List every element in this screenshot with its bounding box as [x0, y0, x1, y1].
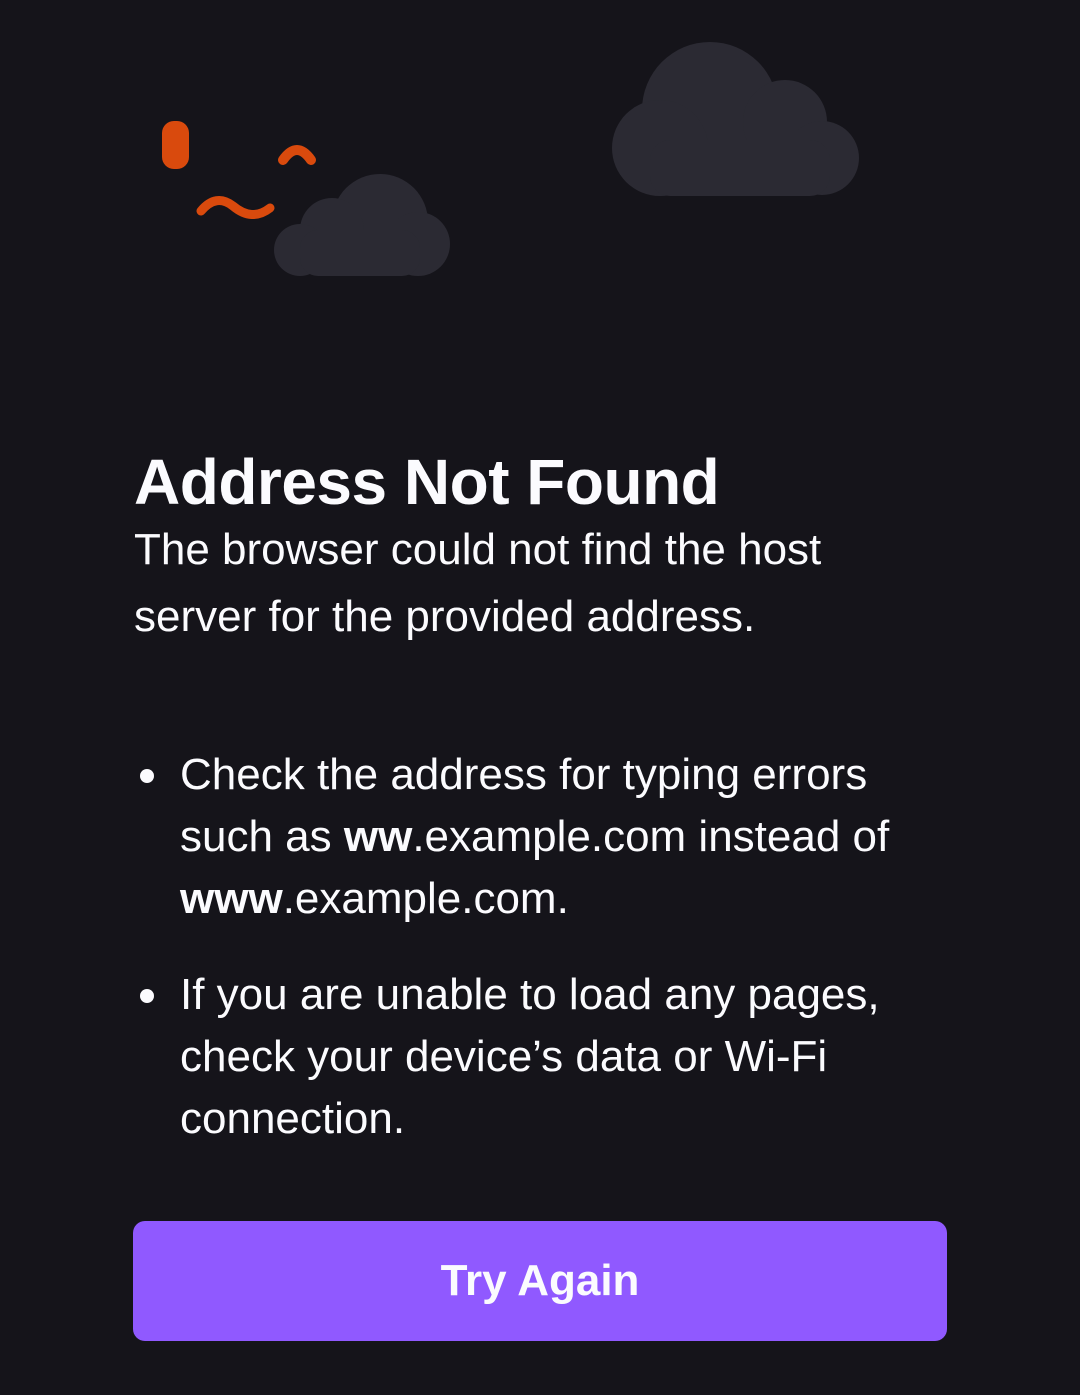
tips-list: Check the address for typing errors such… — [134, 744, 894, 1184]
large-cloud-icon — [612, 42, 859, 196]
error-content: Address Not Found The browser could not … — [134, 440, 946, 1143]
tip-text-suffix: .example.com. — [282, 874, 569, 923]
tip-bold-wrong-host: ww — [343, 812, 413, 861]
orange-debris-icon — [162, 121, 316, 219]
try-again-button[interactable]: Try Again — [133, 1221, 947, 1341]
tip-item-typing: Check the address for typing errors such… — [134, 744, 894, 930]
tip-text-middle: .example.com instead of — [412, 812, 890, 861]
small-cloud-icon — [274, 174, 450, 276]
tip-text: If you are unable to load any pages, che… — [180, 970, 880, 1143]
bullet-icon — [140, 769, 154, 783]
error-illustration — [162, 42, 859, 276]
tip-bold-correct-host: www — [180, 874, 283, 923]
error-description: The browser could not find the host serv… — [134, 525, 822, 641]
bullet-icon — [140, 989, 154, 1003]
page-title: Address Not Found — [134, 446, 720, 518]
tip-item-connection: If you are unable to load any pages, che… — [134, 964, 894, 1150]
